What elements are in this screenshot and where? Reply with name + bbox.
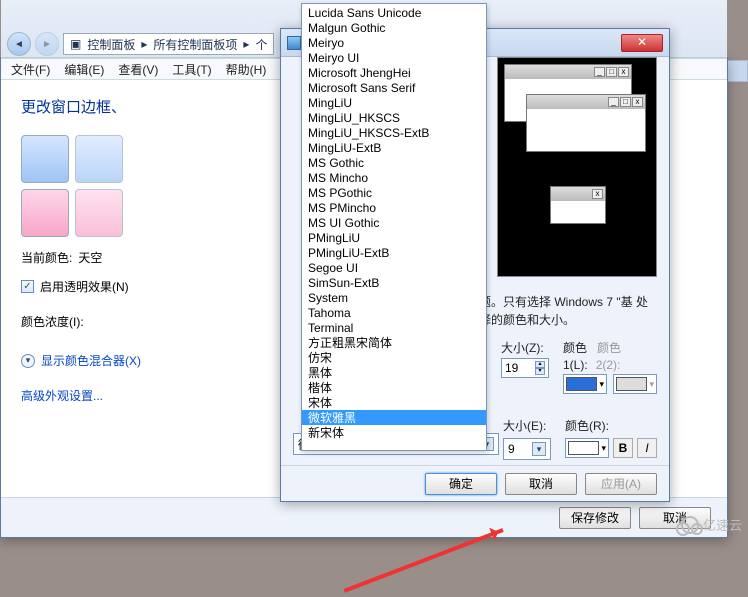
transparency-label: 启用透明效果(N) [40,278,129,295]
chevron-right-icon: ▸ [243,37,249,51]
font-option[interactable]: System [302,290,486,305]
preview-close-icon: x [592,189,603,199]
preview-min-icon: _ [608,97,619,107]
font-option[interactable]: MS Gothic [302,155,486,170]
color-swatch-pink-2[interactable] [75,189,123,237]
menu-file[interactable]: 文件(F) [11,61,50,78]
watermark: 亿速云 [681,515,742,534]
size1-label: 大小(Z): [501,339,549,356]
font-option[interactable]: MS PMincho [302,200,486,215]
font-option[interactable]: Microsoft JhengHei [302,65,486,80]
font-option[interactable]: MingLiU_HKSCS [302,110,486,125]
font-option[interactable]: PMingLiU [302,230,486,245]
menu-tools[interactable]: 工具(T) [172,61,211,78]
font-option[interactable]: 仿宋 [302,350,486,365]
font-option[interactable]: MingLiU_HKSCS-ExtB [302,125,486,140]
font-option[interactable]: 微软雅黑 [302,410,486,425]
color2-combo: ▾ [613,374,657,394]
main-footer: 保存修改 取消 [1,497,727,537]
font-option[interactable]: Malgun Gothic [302,20,486,35]
bold-button[interactable]: B [613,438,633,458]
size1-value2: 1(L): [563,358,588,372]
save-changes-button[interactable]: 保存修改 [559,507,631,529]
font-option[interactable]: 宋体 [302,395,486,410]
preview-max-icon: □ [606,67,617,77]
breadcrumb[interactable]: ▣ 控制面板 ▸ 所有控制面板项 ▸ 个 [63,33,274,55]
font-option[interactable]: MS Mincho [302,170,486,185]
color-swatch-blue-1[interactable] [21,135,69,183]
color-heading: 颜色 [563,339,587,356]
size2-value: 9 [508,442,515,456]
preview-close-icon: x [618,67,629,77]
dialog-icon [287,36,301,50]
dropdown-icon[interactable]: ▾ [532,442,546,456]
breadcrumb-icon: ▣ [70,37,81,51]
font-option[interactable]: SimSun-ExtB [302,275,486,290]
preview-close-icon: x [632,97,643,107]
breadcrumb-sub[interactable]: 所有控制面板项 [153,36,237,53]
advanced-settings-link[interactable]: 高级外观设置... [21,387,103,404]
appearance-dialog: ✕ Lucida Sans UnicodeMalgun GothicMeiryo… [280,28,670,502]
window-preview: _□x _□x x [497,57,657,277]
font-option[interactable]: 新宋体 [302,425,486,440]
font-option[interactable]: MS PGothic [302,185,486,200]
size2-combo[interactable]: 9 ▾ [503,438,551,460]
apply-button[interactable]: 应用(A) [585,473,657,495]
nav-forward-button[interactable]: ► [35,32,59,56]
color-swatch-blue-2[interactable] [75,135,123,183]
breadcrumb-root[interactable]: 控制面板 [87,36,135,53]
font-color-combo[interactable]: ▾ [565,438,609,458]
color-swatch-pink-1[interactable] [21,189,69,237]
watermark-icon [681,516,699,534]
transparency-checkbox[interactable]: ✓ [21,280,34,293]
font-option[interactable]: MingLiU [302,95,486,110]
font-option[interactable]: Tahoma [302,305,486,320]
expand-icon[interactable]: ▾ [21,354,35,368]
color-heading-2: 颜色 [597,339,621,356]
font-option[interactable]: Segoe UI [302,260,486,275]
current-color-label: 当前颜色: [21,249,72,266]
breadcrumb-leaf[interactable]: 个 [255,36,267,53]
font-option[interactable]: Meiryo UI [302,50,486,65]
font-option[interactable]: 黑体 [302,365,486,380]
color2-second: 2(2): [596,358,621,372]
color2-label: 颜色(R): [565,417,657,434]
intensity-label: 颜色浓度(I): [21,313,84,330]
current-color-value: 天空 [78,249,102,266]
font-option[interactable]: PMingLiU-ExtB [302,245,486,260]
size1-value: 19 [505,361,518,375]
spin-up-icon[interactable]: ▴ [535,361,545,368]
preview-max-icon: □ [620,97,631,107]
menu-view[interactable]: 查看(V) [118,61,158,78]
preview-min-icon: _ [594,67,605,77]
dialog-note: 主题。只有选择 Windows 7 "基 处选择的颜色和大小。 [467,293,657,329]
nav-back-button[interactable]: ◄ [7,32,31,56]
ok-button[interactable]: 确定 [425,473,497,495]
dialog-footer: 确定 取消 应用(A) [281,465,669,501]
font-option[interactable]: 方正粗黑宋简体 [302,335,486,350]
italic-button[interactable]: I [637,438,657,458]
size2-label: 大小(E): [503,417,551,434]
watermark-text: 亿速云 [703,515,742,534]
size1-spinner[interactable]: 19 ▴▾ [501,358,549,378]
font-option[interactable]: Terminal [302,320,486,335]
color-mixer-link[interactable]: 显示颜色混合器(X) [41,352,141,369]
font-option[interactable]: 楷体 [302,380,486,395]
font-option[interactable]: MingLiU-ExtB [302,140,486,155]
cancel-button[interactable]: 取消 [505,473,577,495]
dialog-close-button[interactable]: ✕ [621,34,663,52]
chevron-right-icon: ▸ [141,37,147,51]
font-option[interactable]: Microsoft Sans Serif [302,80,486,95]
color1-combo[interactable]: ▾ [563,374,607,394]
spin-down-icon[interactable]: ▾ [535,368,545,375]
font-dropdown-list[interactable]: Lucida Sans UnicodeMalgun GothicMeiryoMe… [301,3,487,451]
font-option[interactable]: MS UI Gothic [302,215,486,230]
menu-edit[interactable]: 编辑(E) [64,61,104,78]
menu-help[interactable]: 帮助(H) [226,61,267,78]
font-option[interactable]: Lucida Sans Unicode [302,5,486,20]
font-option[interactable]: Meiryo [302,35,486,50]
